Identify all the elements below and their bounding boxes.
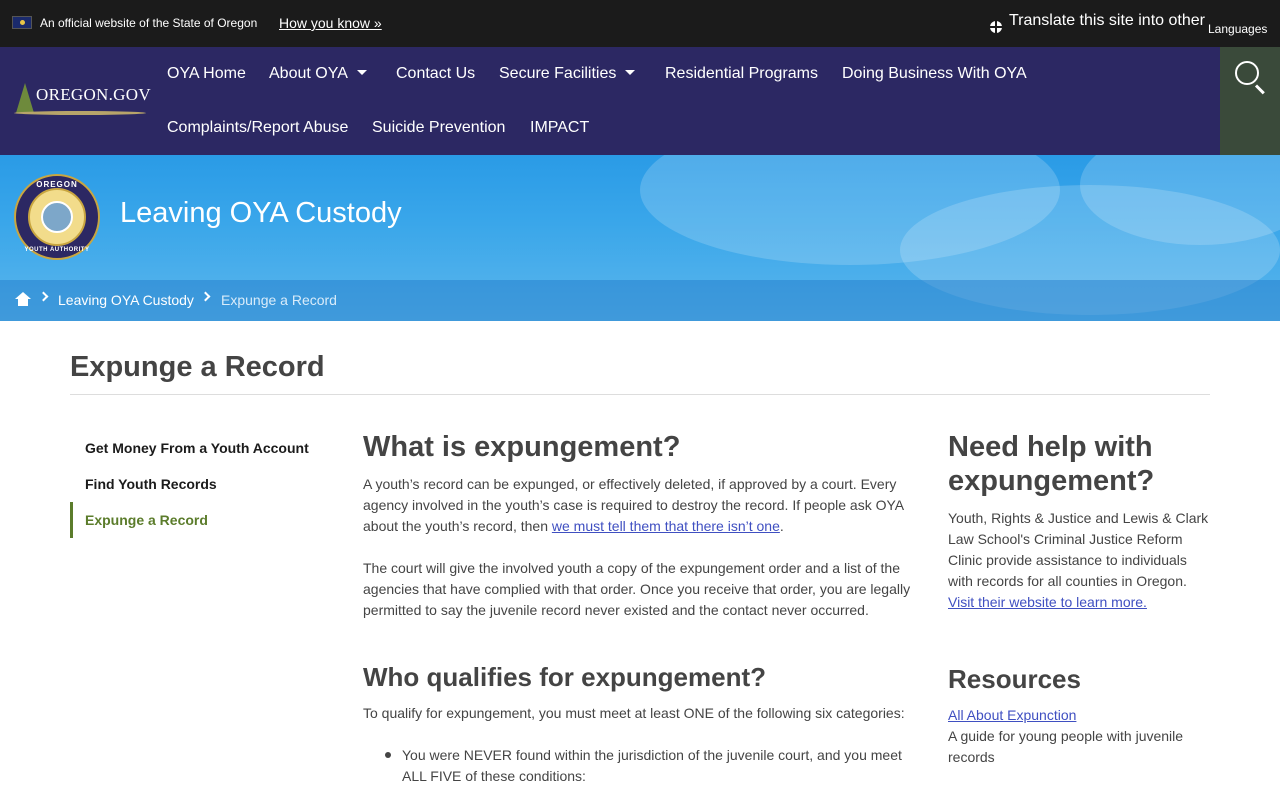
nav-about-oya[interactable]: About OYA: [269, 65, 367, 83]
breadcrumb: Leaving OYA Custody Expunge a Record: [0, 280, 1280, 321]
official-banner: An official website of the State of Oreg…: [0, 0, 1280, 47]
home-icon-base: [18, 299, 28, 306]
search-icon: [1235, 61, 1259, 85]
nav-doing-business[interactable]: Doing Business With OYA: [842, 65, 1027, 83]
search-button[interactable]: [1220, 47, 1280, 155]
help-line: Clinic provide assistance to individuals: [948, 552, 1187, 568]
nav-impact[interactable]: IMPACT: [530, 119, 589, 137]
home-icon[interactable]: [15, 292, 31, 306]
page-title: Expunge a Record: [70, 351, 325, 383]
home-icon-roof: [15, 292, 31, 299]
logo-swoosh: [14, 111, 146, 115]
seal-center: [41, 201, 73, 233]
heading-resources: Resources: [948, 664, 1081, 694]
globe-icon: [990, 21, 1002, 33]
nav-suicide-prevention[interactable]: Suicide Prevention: [372, 119, 505, 137]
help-line: Law School's Criminal Justice Reform: [948, 531, 1183, 547]
paragraph-line: agency involved in the youth’s case is r…: [363, 497, 905, 513]
heading-what-is-expungement: What is expungement?: [363, 431, 681, 463]
nav-about-oya-label: About OYA: [269, 65, 348, 82]
paragraph-line: The court will give the involved youth a…: [363, 560, 900, 576]
logo-text: OREGON.GOV: [36, 85, 151, 104]
paragraph-line: about the youth’s record, then we must t…: [363, 516, 923, 537]
nav-secure-facilities[interactable]: Secure Facilities: [499, 65, 636, 83]
sidenav-item-youth-account[interactable]: Get Money From a Youth Account: [70, 430, 330, 466]
heading-line: expungement?: [948, 465, 1155, 497]
list-item-never-found: You were NEVER found within the jurisdic…: [402, 745, 922, 787]
nav-residential-programs[interactable]: Residential Programs: [665, 65, 818, 83]
resource-desc-line: records: [948, 749, 995, 765]
heading-who-qualifies: Who qualifies for expungement?: [363, 662, 767, 692]
search-icon-handle: [1254, 84, 1265, 95]
paragraph-line-text: about the youth’s record, then: [363, 518, 552, 534]
resource-desc-line: A guide for young people with juvenile: [948, 728, 1184, 744]
oregon-gov-logo[interactable]: OREGON.GOV: [12, 81, 151, 121]
heading-line: Need help with: [948, 431, 1153, 463]
how-you-know-link[interactable]: How you know »: [279, 15, 382, 31]
paragraph-what: A youth’s record can be expunged, or eff…: [363, 474, 923, 537]
paragraph-qualify-intro: To qualify for expungement, you must mee…: [363, 705, 905, 721]
list-item-line: You were NEVER found within the jurisdic…: [402, 747, 902, 763]
bullet-marker: [385, 752, 391, 758]
nav-contact-us[interactable]: Contact Us: [396, 65, 475, 83]
all-about-expunction-link[interactable]: All About Expunction: [948, 707, 1076, 723]
title-divider: [70, 394, 1210, 395]
help-line: Youth, Rights & Justice and Lewis & Clar…: [948, 510, 1209, 526]
official-site-text: An official website of the State of Oreg…: [40, 16, 258, 30]
heading-need-help: Need help with expungement?: [948, 430, 1154, 498]
help-paragraph: Youth, Rights & Justice and Lewis & Clar…: [948, 508, 1228, 613]
paragraph-line: agencies that have complied with that or…: [363, 581, 911, 597]
breadcrumb-leaving-oya[interactable]: Leaving OYA Custody: [58, 292, 194, 308]
help-line: with records for all counties in Oregon.: [948, 573, 1187, 589]
oregon-flag-icon: [12, 16, 32, 29]
sidenav-item-youth-records[interactable]: Find Youth Records: [70, 466, 330, 502]
paragraph-line: permitted to say the juvenile record nev…: [363, 602, 869, 618]
paragraph-court-order: The court will give the involved youth a…: [363, 558, 923, 621]
no-record-link[interactable]: we must tell them that there isn’t one: [552, 518, 780, 534]
hero-banner: OREGON YOUTH AUTHORITY Leaving OYA Custo…: [0, 155, 1280, 321]
seal-top-text: OREGON: [36, 180, 78, 189]
chevron-down-icon: [625, 70, 636, 76]
visit-website-link[interactable]: Visit their website to learn more.: [948, 594, 1147, 610]
chevron-right-icon: [200, 291, 211, 302]
nav-oya-home[interactable]: OYA Home: [167, 65, 246, 83]
chevron-down-icon: [356, 70, 367, 76]
nav-complaints[interactable]: Complaints/Report Abuse: [167, 119, 348, 137]
tree-icon: [16, 83, 34, 113]
breadcrumb-current: Expunge a Record: [221, 292, 337, 308]
translate-link[interactable]: Translate this site into other: [1009, 12, 1205, 30]
main-navigation: OREGON.GOV OYA Home About OYA Contact Us…: [0, 47, 1280, 155]
list-item-line: ALL FIVE of these conditions:: [402, 768, 586, 784]
nav-secure-facilities-label: Secure Facilities: [499, 65, 617, 82]
paragraph-end: .: [779, 518, 784, 534]
section-title: Leaving OYA Custody: [120, 197, 402, 229]
translate-languages-text[interactable]: Languages: [1208, 22, 1267, 36]
seal-bottom-text: YOUTH AUTHORITY: [24, 247, 90, 253]
sidenav-item-expunge[interactable]: Expunge a Record: [70, 502, 330, 538]
paragraph-line: A youth’s record can be expunged, or eff…: [363, 476, 897, 492]
resources-block: All About Expunction A guide for young p…: [948, 705, 1228, 768]
chevron-right-icon: [38, 291, 49, 302]
oya-seal-logo: OREGON YOUTH AUTHORITY: [14, 174, 100, 260]
